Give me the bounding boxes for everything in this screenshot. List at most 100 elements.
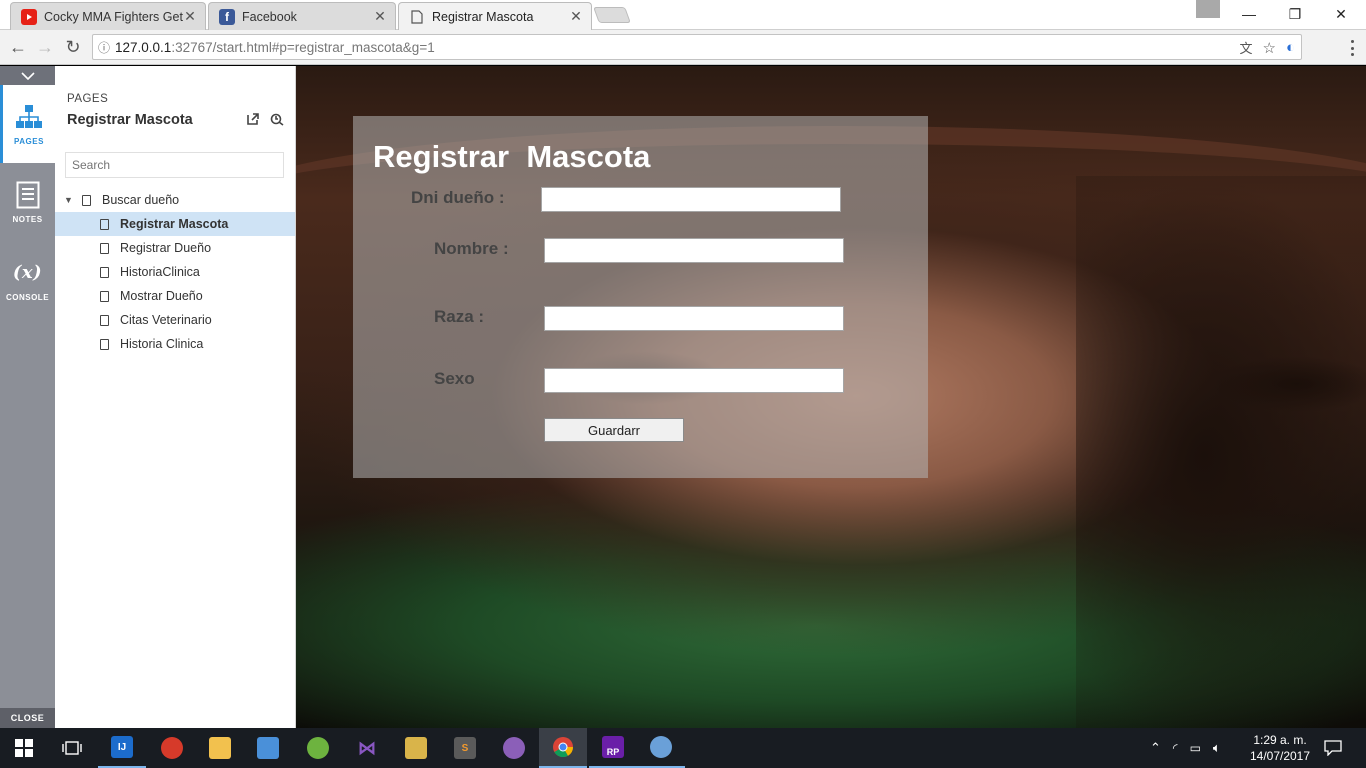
tab-youtube[interactable]: Cocky MMA Fighters Get ✕ [10,2,206,30]
page-icon [100,290,109,302]
page-settings-icon[interactable] [270,112,284,131]
sexo-label: Sexo [434,369,475,388]
tree-item-label: Buscar dueño [102,193,180,207]
reload-button[interactable]: ↻ [60,35,86,59]
browser-menu-icon[interactable] [1344,38,1360,58]
rail-pages-label: PAGES [14,136,44,146]
axure-icon: RP [602,736,624,758]
youtube-icon [21,8,37,25]
close-tab-icon[interactable]: ✕ [569,8,583,25]
tab-registrar-mascota[interactable]: Registrar Mascota ✕ [398,2,592,30]
dni-field[interactable] [541,187,841,212]
sitemap-icon [15,103,43,131]
close-tab-icon[interactable]: ✕ [373,8,387,25]
back-button[interactable]: ← [5,35,31,59]
page-icon [100,242,109,254]
paint-icon [650,736,672,758]
action-center-icon[interactable] [1324,728,1342,768]
page-icon [409,9,425,25]
volume-icon[interactable]: 🔈︎ [1213,740,1221,756]
new-tab-button[interactable] [593,7,631,23]
raza-field[interactable] [544,306,844,331]
taskbar-chrome[interactable] [539,728,587,768]
taskbar-visual-studio[interactable]: ⋈ [343,728,391,768]
panel-header: PAGES [67,93,109,105]
nombre-label: Nombre : [434,239,509,258]
tree-item-label: HistoriaClinica [120,265,200,279]
close-tab-icon[interactable]: ✕ [183,8,197,25]
tab-strip: Cocky MMA Fighters Get ✕ f Facebook ✕ Re… [0,0,1366,30]
taskbar-tools[interactable] [392,728,440,768]
virtualbox-icon [257,737,279,759]
taskbar-paint[interactable] [637,728,685,768]
guardar-button[interactable]: Guardarr [544,418,684,442]
taskbar-intellij[interactable]: IJ [98,728,146,768]
tree-item-buscar-dueno[interactable]: ▼ Buscar dueño [55,188,295,212]
tree-item-label: Historia Clinica [120,337,204,351]
system-tray: ⌃ ◜ ▭ 🔈︎ [1150,728,1221,768]
show-hidden-icon[interactable]: ⌃ [1150,740,1161,756]
tab-title: Registrar Mascota [432,9,534,24]
chrome-icon [553,737,574,758]
browser-toolbar: ← → ↻ ⓘ 127.0.0.1:32767/start.html#p=reg… [0,30,1366,65]
notes-icon [14,181,42,209]
tree-item-label: Mostrar Dueño [120,289,203,303]
taskbar-github[interactable] [490,728,538,768]
taskbar: IJ ⋈ S RP ⌃ ◜ ▭ 🔈︎ 1:29 a. m. 14/07/2017 [0,728,1366,768]
forward-button[interactable]: → [32,35,58,59]
url-path: :32767/start.html#p=registrar_mascota&g=… [171,39,435,55]
tree-item-registrar-dueno[interactable]: Registrar Dueño [55,236,295,260]
background-photo-shade [1076,176,1366,728]
page-icon [82,194,91,206]
tab-facebook[interactable]: f Facebook ✕ [208,2,396,30]
pages-panel: PAGES Registrar Mascota ▼ Buscar dueño R… [55,66,296,728]
taskbar-file-explorer[interactable] [196,728,244,768]
clock[interactable]: 1:29 a. m. 14/07/2017 [1240,732,1320,764]
profile-icon[interactable] [1196,0,1220,18]
wifi-icon[interactable]: ◜ [1173,741,1178,755]
intellij-icon: IJ [111,736,133,758]
tree-item-citas-veterinario[interactable]: Citas Veterinario [55,308,295,332]
rail-console-button[interactable]: (x) CONSOLE [0,241,55,319]
rail-notes-button[interactable]: NOTES [0,163,55,241]
collapse-chevron-icon[interactable] [0,66,55,85]
bookmark-star-icon[interactable]: ☆ [1262,39,1275,57]
form-title: Registrar Mascota [373,139,651,174]
tree-item-label: Registrar Mascota [120,217,229,231]
close-window-button[interactable]: ✕ [1318,0,1364,28]
restore-button[interactable]: ❐ [1272,0,1318,28]
tree-item-historiaclinica[interactable]: HistoriaClinica [55,260,295,284]
tools-icon [405,737,427,759]
close-sidebar-button[interactable]: CLOSE [0,708,55,728]
folder-icon [209,737,231,759]
open-in-new-icon[interactable] [246,112,260,131]
tab-title: Facebook [242,9,297,24]
translate-icon[interactable]: 文 [1239,38,1252,57]
task-view-button[interactable] [48,728,96,768]
sublime-icon: S [454,737,476,759]
minimize-button[interactable]: — [1226,0,1272,28]
extension-icon[interactable]: ◐ [1286,39,1295,56]
taskbar-spring[interactable] [294,728,342,768]
rail-notes-label: NOTES [12,214,43,224]
rail-pages-button[interactable]: PAGES [0,85,55,163]
address-bar[interactable]: ⓘ 127.0.0.1:32767/start.html#p=registrar… [92,34,1302,60]
taskbar-ccleaner[interactable] [148,728,196,768]
variable-icon: (x) [12,262,43,283]
taskbar-sublime[interactable]: S [441,728,489,768]
tree-item-mostrar-dueno[interactable]: Mostrar Dueño [55,284,295,308]
rail-console-label: CONSOLE [5,292,50,302]
expand-arrow-icon[interactable]: ▼ [64,195,74,205]
tree-item-registrar-mascota[interactable]: Registrar Mascota [55,212,295,236]
info-icon[interactable]: ⓘ [93,39,115,56]
nombre-field[interactable] [544,238,844,263]
taskbar-axure[interactable]: RP [589,728,637,768]
sexo-field[interactable] [544,368,844,393]
battery-icon[interactable]: ▭ [1190,741,1201,755]
taskbar-virtualbox[interactable] [244,728,292,768]
search-input[interactable] [65,152,284,178]
start-button[interactable] [0,728,48,768]
page-icon [100,338,109,350]
page-tree: ▼ Buscar dueño Registrar Mascota Registr… [55,188,295,356]
tree-item-historia-clinica[interactable]: Historia Clinica [55,332,295,356]
